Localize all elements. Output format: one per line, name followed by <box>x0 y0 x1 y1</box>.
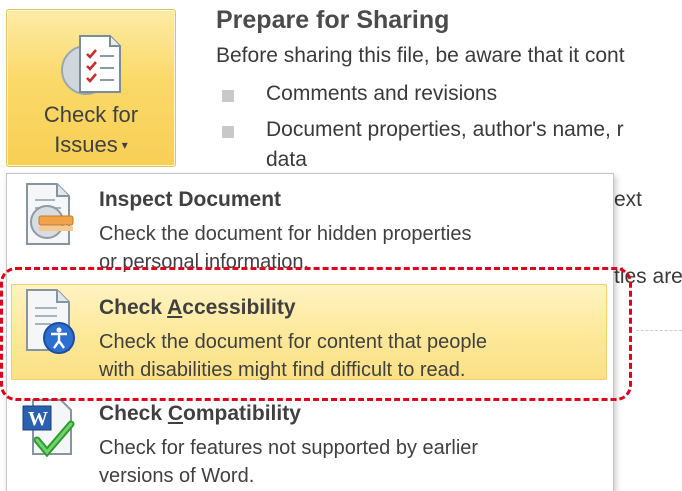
check-compatibility-title-accesskey: C <box>167 402 184 425</box>
check-compatibility-desc-line2: versions of Word. <box>99 465 255 487</box>
menu-item-inspect-document[interactable]: Inspect Document Check the document for … <box>7 174 613 274</box>
bullet-document-properties-cont: data <box>266 148 307 171</box>
check-for-issues-label-line1: Check for <box>43 102 139 127</box>
check-compatibility-description: Check for features not supported by earl… <box>99 434 478 490</box>
check-for-issues-button[interactable]: Check for Issues ▾ <box>6 9 176 167</box>
bullet-document-properties: Document properties, author's name, r <box>266 118 624 141</box>
inspect-document-title: Inspect Document <box>99 188 282 211</box>
check-compatibility-title-prefix: Check <box>99 402 168 425</box>
svg-text:W: W <box>28 408 48 430</box>
menu-item-check-compatibility[interactable]: W Check Compatibility Check for features… <box>7 388 613 488</box>
check-compatibility-title: Check Compatibility <box>99 402 301 426</box>
caret-down-icon: ▾ <box>121 138 128 152</box>
bullet-comments-revisions: Comments and revisions <box>266 82 498 105</box>
check-compatibility-desc-line1: Check for features not supported by earl… <box>99 437 479 459</box>
backstage-view: Check for Issues ▾ Prepare for Sharing Be… <box>0 0 682 491</box>
check-for-issues-label-line2-text: Issues <box>54 132 118 157</box>
panel-divider <box>636 330 682 331</box>
annotation-highlight-box <box>0 267 632 401</box>
prepare-for-sharing-title: Prepare for Sharing <box>216 6 450 34</box>
bullet-icon <box>222 126 234 138</box>
word-compatibility-icon: W <box>22 399 75 458</box>
obscured-text-1: ext <box>614 188 643 211</box>
prepare-for-sharing-description: Before sharing this file, be aware that … <box>216 44 625 67</box>
bullet-icon <box>222 90 234 102</box>
check-for-issues-label-line2: Issues ▾ <box>7 132 175 158</box>
check-compatibility-title-rest: ompatibility <box>183 402 301 425</box>
inspect-document-desc-line1: Check the document for hidden properties <box>99 223 472 245</box>
document-check-icon <box>61 35 121 95</box>
inspect-document-icon <box>26 183 74 245</box>
